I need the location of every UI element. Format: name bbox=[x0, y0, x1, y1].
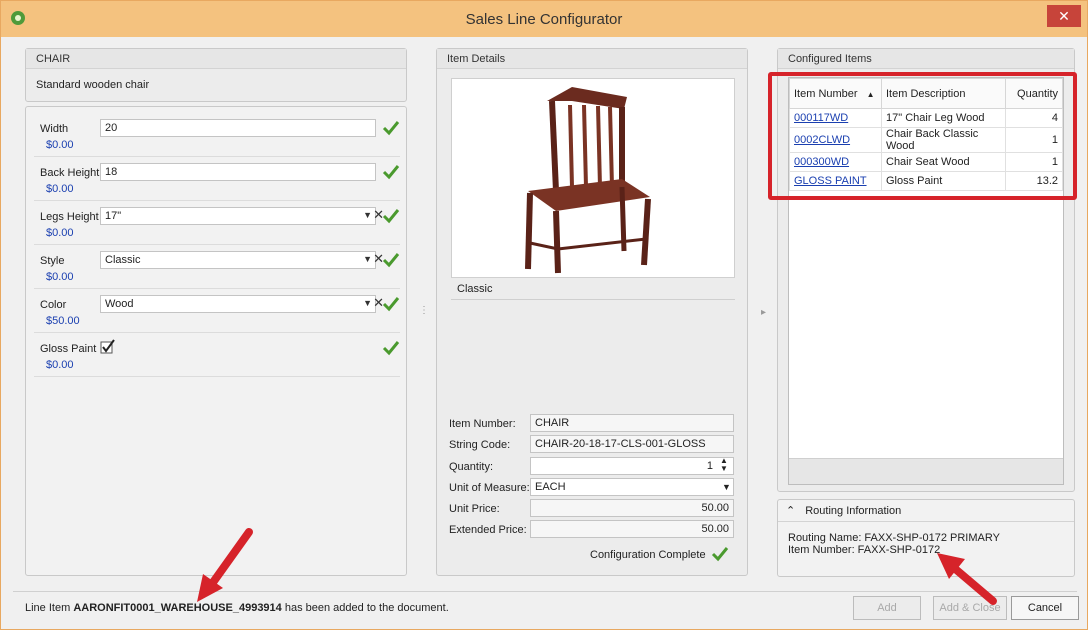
item-image bbox=[451, 78, 735, 300]
gloss-paint-label: Gloss Paint bbox=[40, 343, 97, 355]
grid-footer bbox=[789, 458, 1063, 484]
check-icon bbox=[382, 297, 400, 312]
add-button[interactable]: Add bbox=[853, 596, 921, 620]
item-code: CHAIR bbox=[26, 49, 406, 69]
back-height-label: Back Height bbox=[40, 167, 100, 179]
dropdown-icon[interactable]: ▼ bbox=[363, 254, 372, 264]
style-price: $0.00 bbox=[46, 271, 74, 283]
item-details-header: Item Details bbox=[437, 49, 747, 69]
string-code-label: String Code: bbox=[449, 439, 511, 451]
width-label: Width bbox=[40, 123, 69, 135]
gloss-paint-price: $0.00 bbox=[46, 359, 74, 371]
title-bar: Sales Line Configurator ✕ bbox=[1, 1, 1087, 37]
field-row-style: Style $0.00 Classic ▼ ✕ bbox=[34, 245, 400, 289]
configuration-status: Configuration Complete bbox=[590, 549, 706, 561]
item-number-field: CHAIR bbox=[530, 414, 734, 432]
style-select[interactable]: Classic bbox=[100, 251, 376, 269]
check-icon bbox=[382, 209, 400, 224]
gloss-paint-checkbox[interactable] bbox=[100, 339, 116, 355]
check-icon bbox=[382, 165, 400, 180]
routing-name: Routing Name: FAXX-SHP-0172 PRIMARY bbox=[788, 532, 1000, 544]
back-height-price: $0.00 bbox=[46, 183, 74, 195]
chair-image bbox=[525, 87, 651, 274]
cancel-button[interactable]: Cancel bbox=[1011, 596, 1079, 620]
field-row-color: Color $50.00 Wood ▼ ✕ bbox=[34, 289, 400, 333]
window-title: Sales Line Configurator bbox=[465, 11, 623, 28]
check-icon bbox=[711, 547, 729, 562]
configuration-fields: Width $0.00 20 Back Height $0.00 18 Legs… bbox=[25, 106, 407, 576]
arrow-annotation bbox=[937, 553, 997, 605]
field-row-width: Width $0.00 20 bbox=[34, 113, 400, 157]
legs-height-select[interactable]: 17" bbox=[100, 207, 376, 225]
extended-price-field: 50.00 bbox=[530, 520, 734, 538]
legs-height-price: $0.00 bbox=[46, 227, 74, 239]
back-height-input[interactable]: 18 bbox=[100, 163, 376, 181]
check-icon bbox=[382, 341, 400, 356]
width-input[interactable]: 20 bbox=[100, 119, 376, 137]
status-bar: Line Item AARONFIT0001_WAREHOUSE_4993914… bbox=[13, 591, 1079, 623]
arrow-annotation bbox=[197, 528, 253, 602]
collapse-icon[interactable]: ▸ bbox=[761, 307, 766, 318]
uom-select[interactable]: EACH bbox=[530, 478, 734, 496]
configured-items-header: Configured Items bbox=[778, 49, 1074, 69]
spin-icon[interactable]: ▲ ▼ bbox=[720, 457, 728, 473]
color-price: $50.00 bbox=[46, 315, 80, 327]
item-description: Standard wooden chair bbox=[36, 79, 150, 91]
check-icon bbox=[382, 253, 400, 268]
unit-price-label: Unit Price: bbox=[449, 503, 500, 515]
color-select[interactable]: Wood bbox=[100, 295, 376, 313]
close-button[interactable]: ✕ bbox=[1047, 5, 1081, 27]
check-icon bbox=[382, 121, 400, 136]
annotation-highlight-box bbox=[768, 72, 1077, 200]
dropdown-icon[interactable]: ▼ bbox=[363, 298, 372, 308]
field-row-legs-height: Legs Height $0.00 17" ▼ ✕ bbox=[34, 201, 400, 245]
width-price: $0.00 bbox=[46, 139, 74, 151]
string-code-field: CHAIR-20-18-17-CLS-001-GLOSS bbox=[530, 435, 734, 453]
collapse-icon: ⌃ bbox=[786, 505, 796, 517]
image-caption: Classic bbox=[451, 277, 735, 299]
style-label: Style bbox=[40, 255, 65, 267]
routing-item-number: Item Number: FAXX-SHP-0172 bbox=[788, 544, 941, 556]
item-header-panel: CHAIR Standard wooden chair bbox=[25, 48, 407, 102]
dropdown-icon[interactable]: ▼ bbox=[363, 210, 372, 220]
routing-header[interactable]: ⌃ Routing Information bbox=[778, 500, 1074, 522]
quantity-label: Quantity: bbox=[449, 461, 494, 473]
legs-height-label: Legs Height bbox=[40, 211, 99, 223]
routing-panel: ⌃ Routing Information Routing Name: FAXX-… bbox=[777, 499, 1075, 577]
unit-price-field: 50.00 bbox=[530, 499, 734, 517]
dropdown-icon[interactable]: ▼ bbox=[722, 482, 731, 492]
splitter-handle[interactable]: ⋮ bbox=[419, 305, 429, 316]
item-number-label: Item Number: bbox=[449, 418, 516, 430]
uom-label: Unit of Measure: bbox=[449, 482, 530, 494]
color-label: Color bbox=[40, 299, 67, 311]
extended-price-label: Extended Price: bbox=[449, 524, 527, 536]
field-row-gloss-paint: Gloss Paint $0.00 bbox=[34, 333, 400, 377]
quantity-stepper[interactable]: 1 bbox=[530, 457, 734, 475]
field-row-back-height: Back Height $0.00 18 bbox=[34, 157, 400, 201]
configurator-window: Sales Line Configurator ✕ CHAIR Standard… bbox=[0, 0, 1088, 630]
